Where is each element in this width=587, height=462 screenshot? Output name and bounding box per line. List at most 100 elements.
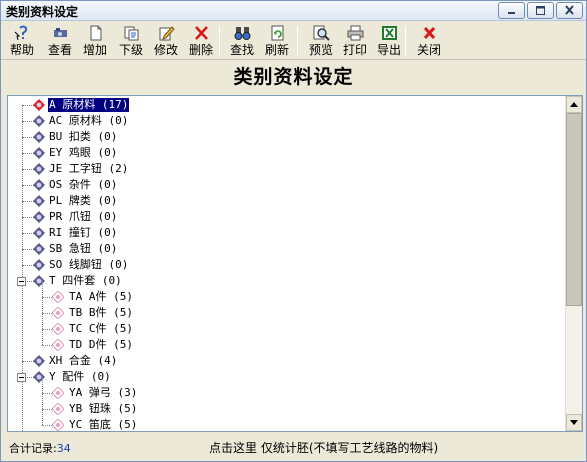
category-node-icon <box>33 211 45 223</box>
close-icon <box>421 25 438 41</box>
subcategory-node-icon <box>51 418 65 431</box>
record-count: 合计记录:34 <box>9 440 71 456</box>
tree-row[interactable]: JE 工字钮 (2) <box>8 161 566 177</box>
tree-row[interactable]: TB B件 (5) <box>8 297 566 321</box>
tree-item-label: RI 撞钉 (0) <box>49 226 118 239</box>
tree-item-label: SO 线脚钮 (0) <box>49 258 129 271</box>
tree-row[interactable]: XH 合金 (4) <box>8 353 566 369</box>
maximize-button[interactable] <box>527 2 554 19</box>
subcategory-node-icon <box>51 386 65 400</box>
tree-row[interactable]: AC 原材料 (0) <box>8 113 566 129</box>
tree-guide-line <box>42 393 43 409</box>
tree-row[interactable]: BU 扣类 (0) <box>8 129 566 145</box>
view-icon <box>52 25 69 41</box>
collapse-toggle[interactable] <box>17 373 26 382</box>
tree-item-label: YA 弹弓 (3) <box>69 386 138 399</box>
tree-row[interactable]: PL 牌类 (0) <box>8 193 566 209</box>
tree-row[interactable]: PR 爪钮 (0) <box>8 209 566 225</box>
edit-button[interactable]: 修改 <box>149 22 183 59</box>
preview-button[interactable]: 预览 <box>304 22 338 59</box>
tree-item-label: JE 工字钮 (2) <box>49 162 129 175</box>
delete-icon <box>193 25 210 41</box>
scroll-thumb[interactable] <box>566 113 582 306</box>
toolbar-separator <box>219 26 220 56</box>
app-window: 类别资料设定 帮助 查看 增加 下级 修改 删除 查找 刷新 预览 打印 导出 关闭 类别资料设定 A… <box>0 0 587 462</box>
find-button[interactable]: 查找 <box>225 22 259 59</box>
tree-row[interactable]: TC C件 (5) <box>8 313 566 337</box>
view-button[interactable]: 查看 <box>43 22 77 59</box>
print-label: 打印 <box>342 43 367 57</box>
tree-guide-line <box>42 409 43 425</box>
category-tree[interactable]: A 原材料 (17) AC 原材料 (0) BU 扣类 (0) EY 鸡眼 (0) JE… <box>7 95 583 432</box>
tree-row[interactable]: RI 撞钉 (0) <box>8 225 566 241</box>
export-button[interactable]: 导出 <box>372 22 406 59</box>
tree-row[interactable]: YA 弹弓 (3) <box>8 377 566 401</box>
tree-row[interactable]: TD D件 (5) <box>8 329 566 353</box>
tree-item-label: YC 笛底 (5) <box>69 418 138 431</box>
tree-row[interactable]: YC 笛底 (5) <box>8 409 566 431</box>
tree-guide-line <box>42 313 43 329</box>
category-node-icon <box>33 147 45 159</box>
help-button[interactable]: 帮助 <box>5 22 39 59</box>
category-node-icon <box>33 179 45 191</box>
tree-row[interactable]: TA A件 (5) <box>8 281 566 305</box>
category-node-icon <box>33 259 45 271</box>
refresh-label: 刷新 <box>264 43 289 57</box>
toolbar: 帮助 查看 增加 下级 修改 删除 查找 刷新 预览 打印 导出 关闭 <box>1 22 586 60</box>
tree-guide-line <box>42 329 43 345</box>
stats-hint-link[interactable]: 点击这里 仅统计胚(不填写工艺线路的物料) <box>209 439 438 456</box>
scroll-up-button[interactable] <box>566 96 582 113</box>
tree-row[interactable]: SB 急钮 (0) <box>8 241 566 257</box>
delete-button[interactable]: 删除 <box>184 22 218 59</box>
tree-connector <box>42 409 52 410</box>
vertical-scrollbar[interactable] <box>565 96 582 431</box>
arrow-up-icon <box>570 102 578 107</box>
subcategory-node-icon <box>51 402 65 416</box>
tree-row[interactable]: A 原材料 (17) <box>8 97 566 113</box>
category-node-icon <box>33 99 45 111</box>
scroll-down-button[interactable] <box>566 414 582 431</box>
tree-row[interactable]: T 四件套 (0) <box>8 273 566 289</box>
category-node-icon <box>33 131 45 143</box>
category-node-icon <box>33 163 45 175</box>
tree-item-label: YB 钮珠 (5) <box>69 402 138 415</box>
refresh-button[interactable]: 刷新 <box>260 22 294 59</box>
tree-row[interactable]: YB 钮珠 (5) <box>8 393 566 417</box>
tree-connector <box>42 329 52 330</box>
add-button[interactable]: 增加 <box>78 22 112 59</box>
category-node-icon <box>33 227 45 239</box>
subcategory-node-icon <box>51 290 65 304</box>
tree-item-label: AC 原材料 (0) <box>49 114 129 127</box>
tree-item-label: SB 急钮 (0) <box>49 242 118 255</box>
maximize-icon <box>536 6 545 15</box>
tree-row[interactable]: Y 配件 (0) <box>8 369 566 385</box>
collapse-toggle[interactable] <box>17 277 26 286</box>
minimize-button[interactable] <box>498 2 525 19</box>
magnifier-icon <box>313 25 330 41</box>
minimize-icon <box>508 12 515 14</box>
close-window-button[interactable] <box>556 2 583 19</box>
category-node-icon <box>33 275 45 287</box>
print-button[interactable]: 打印 <box>338 22 372 59</box>
tree-row[interactable]: OS 杂件 (0) <box>8 177 566 193</box>
tree-guide-line <box>42 281 43 297</box>
toolbar-separator <box>297 26 298 56</box>
tree-item-label: T 四件套 (0) <box>49 274 122 287</box>
excel-icon <box>381 25 398 41</box>
tree-item-label: TB B件 (5) <box>69 306 133 319</box>
tree-connector <box>42 345 52 346</box>
edit-icon <box>158 25 175 41</box>
close-button[interactable]: 关闭 <box>412 22 446 59</box>
tree-item-label: PL 牌类 (0) <box>49 194 118 207</box>
record-count-label: 合计记录: <box>9 442 57 455</box>
toolbar-separator <box>405 26 406 56</box>
export-label: 导出 <box>376 43 401 57</box>
sub-button[interactable]: 下级 <box>114 22 148 59</box>
tree-row[interactable]: SO 线脚钮 (0) <box>8 257 566 273</box>
tree-row[interactable]: EY 鸡眼 (0) <box>8 145 566 161</box>
tree-guide-line <box>42 377 43 393</box>
close-label: 关闭 <box>416 43 441 57</box>
record-count-value: 34 <box>56 442 71 455</box>
view-label: 查看 <box>47 43 72 57</box>
tree-item-label: XH 合金 (4) <box>49 354 118 367</box>
